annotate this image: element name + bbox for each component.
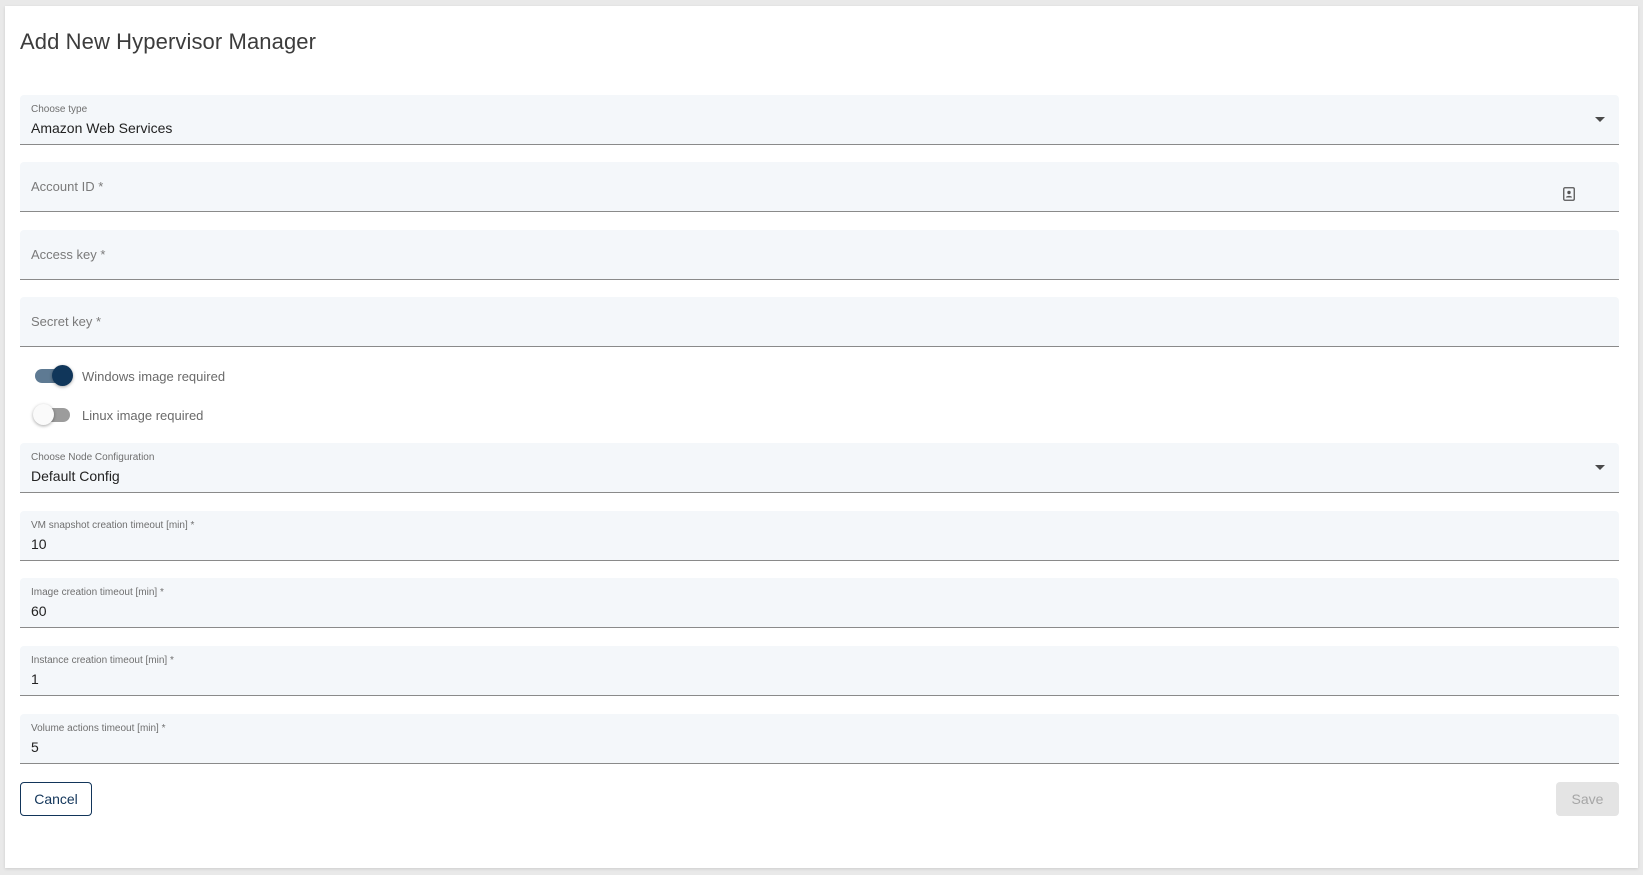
access-key-field[interactable]: Access key * (20, 230, 1619, 280)
chevron-down-icon[interactable] (1595, 465, 1605, 470)
secret-key-field[interactable]: Secret key * (20, 297, 1619, 347)
node-config-select[interactable]: Choose Node Configuration Default Config (20, 443, 1619, 493)
image-creation-timeout-label: Image creation timeout [min] * (31, 587, 164, 598)
contact-card-icon (1563, 187, 1575, 201)
instance-creation-timeout-label: Instance creation timeout [min] * (31, 655, 174, 666)
toggle-knob[interactable] (52, 365, 73, 386)
save-button[interactable]: Save (1556, 782, 1619, 816)
toggle-knob[interactable] (33, 404, 54, 425)
node-config-label: Choose Node Configuration (31, 452, 155, 463)
account-id-placeholder: Account ID * (31, 179, 104, 194)
vm-snapshot-timeout-input[interactable]: VM snapshot creation timeout [min] * 10 (20, 511, 1619, 561)
volume-actions-timeout-label: Volume actions timeout [min] * (31, 723, 166, 734)
cancel-button[interactable]: Cancel (20, 782, 92, 816)
image-creation-timeout-input[interactable]: Image creation timeout [min] * 60 (20, 578, 1619, 628)
volume-actions-timeout-input[interactable]: Volume actions timeout [min] * 5 (20, 714, 1619, 764)
node-config-value: Default Config (31, 468, 120, 484)
linux-image-label: Linux image required (82, 408, 204, 423)
vm-snapshot-timeout-value[interactable]: 10 (31, 536, 47, 552)
image-creation-timeout-value[interactable]: 60 (31, 603, 47, 619)
add-hypervisor-manager-dialog: Add New Hypervisor Manager Choose type A… (5, 6, 1638, 868)
windows-image-label: Windows image required (82, 369, 226, 384)
dialog-title: Add New Hypervisor Manager (20, 29, 317, 54)
volume-actions-timeout-value[interactable]: 5 (31, 739, 39, 755)
account-id-field[interactable]: Account ID * (20, 162, 1619, 212)
chevron-down-icon[interactable] (1595, 117, 1605, 122)
secret-key-placeholder: Secret key * (31, 314, 102, 329)
type-select[interactable]: Choose type Amazon Web Services (20, 95, 1619, 145)
vm-snapshot-timeout-label: VM snapshot creation timeout [min] * (31, 520, 195, 531)
instance-creation-timeout-value[interactable]: 1 (31, 671, 39, 687)
instance-creation-timeout-input[interactable]: Instance creation timeout [min] * 1 (20, 646, 1619, 696)
access-key-placeholder: Access key * (31, 247, 106, 262)
type-select-label: Choose type (31, 104, 88, 115)
type-select-value: Amazon Web Services (31, 120, 173, 136)
